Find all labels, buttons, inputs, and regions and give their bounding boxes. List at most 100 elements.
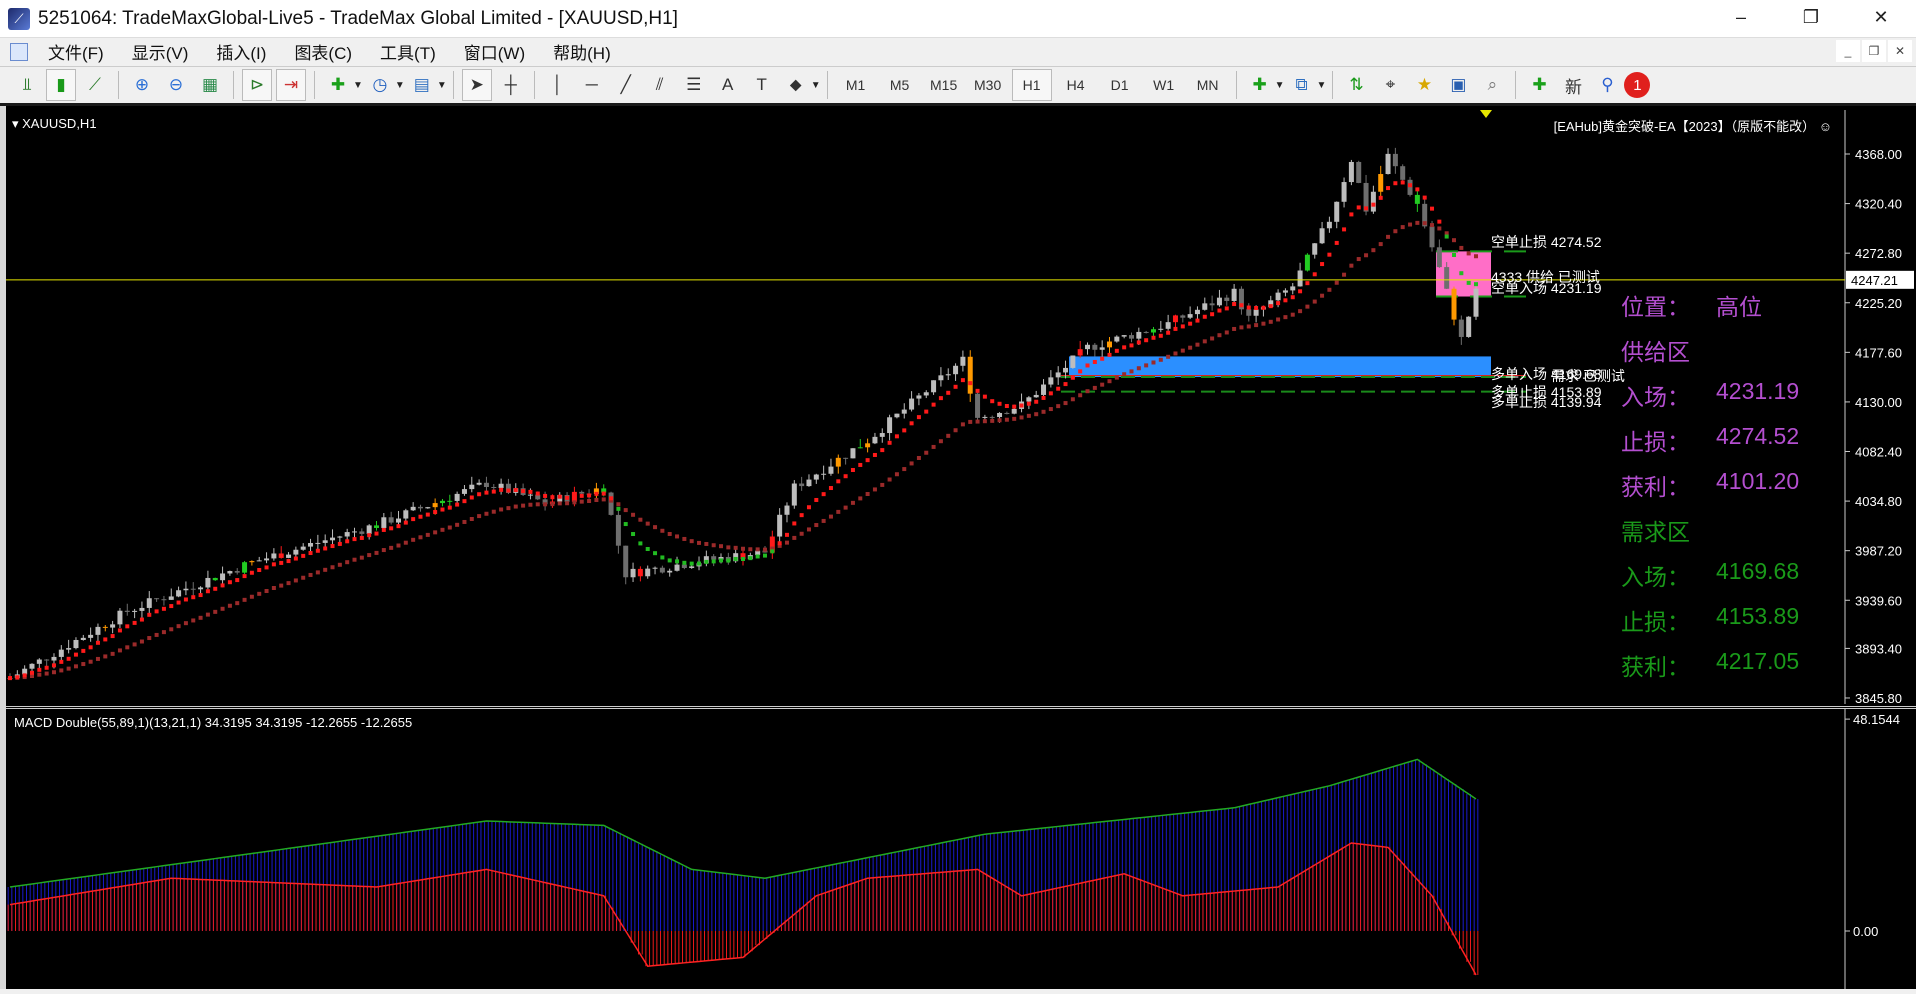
fast-ma-dot xyxy=(1129,343,1134,348)
slow-ma-dot xyxy=(447,525,452,530)
slow-ma-dot xyxy=(645,521,650,526)
restore-button[interactable]: ❐ xyxy=(1776,0,1846,34)
text-label-icon[interactable]: T xyxy=(747,69,777,101)
timeframe-h1[interactable]: H1 xyxy=(1011,69,1052,101)
timeframe-w1[interactable]: W1 xyxy=(1144,69,1184,101)
indicators-icon[interactable]: ✚ xyxy=(323,69,353,101)
trendline-icon[interactable]: ╱ xyxy=(611,69,641,101)
candlestick-chart-icon[interactable]: ▮ xyxy=(46,69,76,101)
symbol-label[interactable]: ▾ XAUUSD,H1 xyxy=(12,116,97,132)
new-chart-icon[interactable]: ✚ xyxy=(1245,69,1275,101)
slow-ma-dot xyxy=(403,540,408,545)
search-icon[interactable]: ⚲ xyxy=(1592,69,1622,101)
autoscroll-icon[interactable]: ⇥ xyxy=(276,69,306,101)
tile-windows-icon[interactable]: ▦ xyxy=(195,69,225,101)
terminal-icon[interactable]: ▣ xyxy=(1443,69,1473,101)
fibonacci-icon[interactable]: ☰ xyxy=(679,69,709,101)
slow-ma-dot xyxy=(924,450,929,455)
notification-badge[interactable]: 1 xyxy=(1624,72,1651,98)
templates-icon[interactable]: ▤ xyxy=(407,69,437,101)
mdi-restore-button[interactable]: ❐ xyxy=(1862,40,1886,62)
profiles-icon[interactable]: ⧉ xyxy=(1287,69,1317,101)
candle-body xyxy=(821,473,827,475)
chart-window[interactable]: 4368.00 4320.40 4272.80 4225.20 4177.60 4130.… xyxy=(0,106,1916,994)
chevron-down-icon[interactable]: ▼ xyxy=(1317,80,1327,91)
data-window-icon[interactable]: ⌖ xyxy=(1375,69,1405,101)
candle-body xyxy=(901,409,907,414)
candle-body xyxy=(945,374,951,376)
market-watch-icon[interactable]: ⇅ xyxy=(1341,69,1371,101)
candle-body xyxy=(711,556,717,560)
fast-ma-dot xyxy=(1063,382,1068,387)
fast-ma-dot xyxy=(1232,302,1237,307)
timeframe-mn[interactable]: MN xyxy=(1188,69,1228,101)
fast-ma-dot xyxy=(1019,403,1024,408)
chart-shift-icon[interactable]: ⊳ xyxy=(242,69,272,101)
menu-view[interactable]: 显示(V) xyxy=(118,39,203,64)
vertical-line-icon[interactable]: │ xyxy=(543,69,573,101)
slow-ma-dot xyxy=(293,578,298,583)
fast-ma-dot xyxy=(528,489,533,494)
zoom-out-icon[interactable]: ⊖ xyxy=(161,69,191,101)
periods-clock-icon[interactable]: ◷ xyxy=(365,69,395,101)
menu-file[interactable]: 文件(F) xyxy=(34,39,118,64)
slow-ma-dot xyxy=(1210,336,1215,341)
slow-ma-dot xyxy=(587,499,592,504)
zoom-in-icon[interactable]: ⊕ xyxy=(127,69,157,101)
minimize-button[interactable]: – xyxy=(1706,0,1776,34)
new-order-icon[interactable]: ✚ xyxy=(1524,69,1554,101)
slow-ma-dot xyxy=(396,543,401,548)
line-chart-icon[interactable]: ⟋ xyxy=(80,69,110,101)
timeframe-m30[interactable]: M30 xyxy=(968,69,1008,101)
fast-ma-dot xyxy=(491,489,496,494)
timeframe-h4[interactable]: H4 xyxy=(1056,69,1096,101)
fast-ma-dot xyxy=(1122,345,1127,350)
candle-body xyxy=(381,517,387,528)
fast-ma-dot xyxy=(286,559,291,564)
menu-insert[interactable]: 插入(I) xyxy=(202,39,280,64)
chevron-down-icon[interactable]: ▼ xyxy=(811,80,821,91)
candle-body xyxy=(1070,355,1076,368)
timeframe-m5[interactable]: M5 xyxy=(880,69,920,101)
menu-window[interactable]: 窗口(W) xyxy=(450,39,539,64)
slow-ma-dot xyxy=(499,507,504,512)
candle-body xyxy=(843,457,849,459)
fast-ma-dot xyxy=(616,506,621,511)
timeframe-m15[interactable]: M15 xyxy=(924,69,964,101)
candle-body xyxy=(1048,377,1054,385)
strategy-tester-icon[interactable]: ⌕ xyxy=(1477,69,1507,101)
candle-body xyxy=(1370,191,1376,212)
mdi-minimize-button[interactable]: _ xyxy=(1836,40,1860,62)
new-order-label[interactable]: 新 xyxy=(1558,69,1588,101)
equidistant-channel-icon[interactable]: ⫽ xyxy=(645,69,675,101)
arrows-icon[interactable]: ⬥ xyxy=(781,69,811,101)
price-chart[interactable]: 4368.00 4320.40 4272.80 4225.20 4177.60 4130.… xyxy=(6,110,1916,706)
smiley-icon: ☺ xyxy=(1818,119,1832,134)
menu-charts[interactable]: 图表(C) xyxy=(280,39,366,64)
cursor-icon[interactable]: ➤ xyxy=(461,69,492,101)
fast-ma-dot xyxy=(161,606,166,611)
menu-help[interactable]: 帮助(H) xyxy=(539,39,625,64)
timeframe-m1[interactable]: M1 xyxy=(836,69,876,101)
menu-tools[interactable]: 工具(T) xyxy=(366,39,450,64)
crosshair-icon[interactable]: ┼ xyxy=(496,69,526,101)
macd-canvas[interactable]: 48.15440.00-15.2825 xyxy=(6,709,1916,994)
chevron-down-icon[interactable]: ▼ xyxy=(437,80,447,91)
fast-ma-dot xyxy=(462,499,467,504)
fast-ma-dot xyxy=(110,634,115,639)
horizontal-line-icon[interactable]: ─ xyxy=(577,69,607,101)
bar-chart-icon[interactable]: ⫫ xyxy=(12,69,42,101)
text-icon[interactable]: A xyxy=(713,69,743,101)
slow-ma-dot xyxy=(1107,379,1112,384)
slow-ma-dot xyxy=(667,531,672,536)
chevron-down-icon[interactable]: ▼ xyxy=(1275,80,1285,91)
close-button[interactable]: ✕ xyxy=(1846,0,1916,34)
ea-label: [EAHub]黄金突破-EA【2023】（原版不能改） ☺ xyxy=(1554,116,1832,135)
macd-panel[interactable]: 48.15440.00-15.2825 MACD Double(55,89,1)… xyxy=(6,706,1916,994)
chevron-down-icon[interactable]: ▼ xyxy=(353,80,363,91)
timeframe-d1[interactable]: D1 xyxy=(1100,69,1140,101)
navigator-icon[interactable]: ★ xyxy=(1409,69,1439,101)
mdi-close-button[interactable]: ✕ xyxy=(1888,40,1912,62)
candle-body xyxy=(110,624,116,628)
chevron-down-icon[interactable]: ▼ xyxy=(395,80,405,91)
